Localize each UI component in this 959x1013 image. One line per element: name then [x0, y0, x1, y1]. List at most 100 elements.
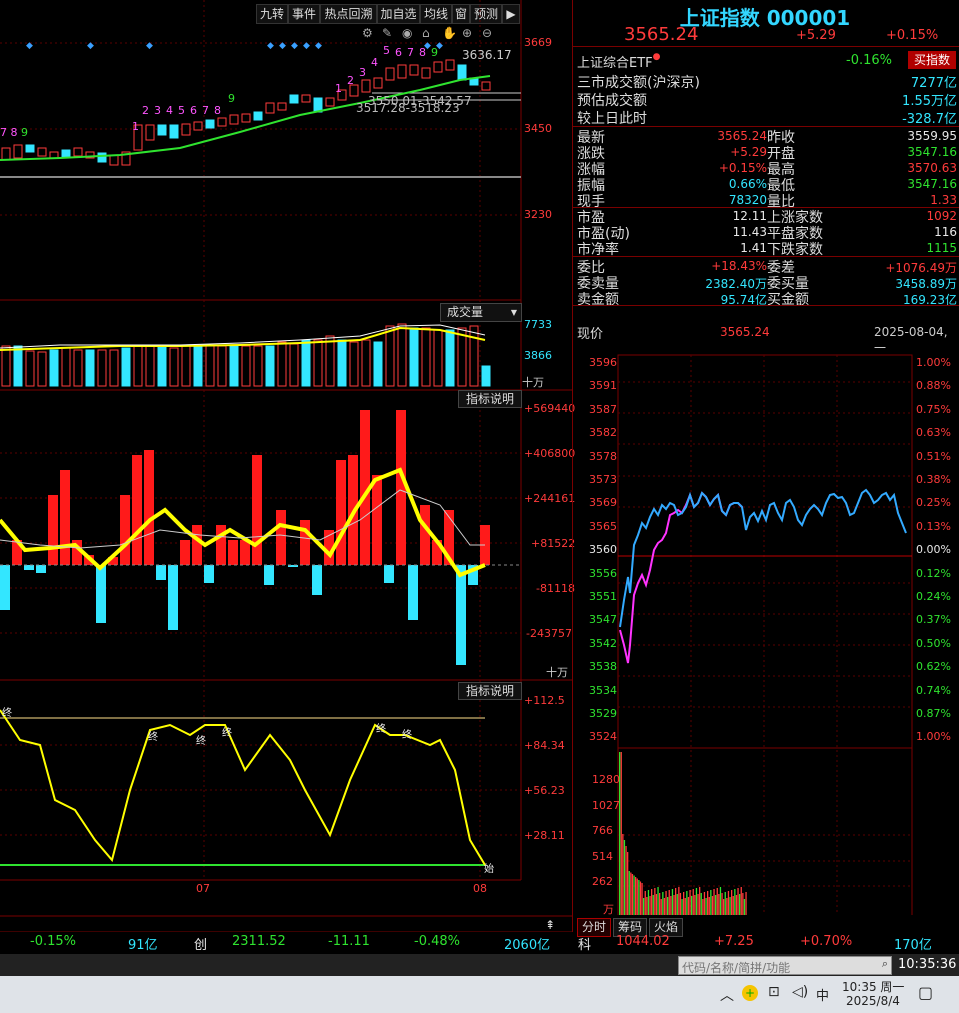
taskbar-date[interactable]: 2025/8/4 — [846, 994, 900, 1008]
vol-axis-label: 514 — [592, 850, 613, 863]
intraday-vol-bar — [623, 840, 626, 915]
search-box[interactable]: ⌕ — [678, 956, 892, 976]
volume-bar — [277, 341, 287, 387]
search-input[interactable] — [679, 960, 875, 976]
indicator-bar — [96, 565, 106, 623]
kline-candle — [325, 97, 335, 107]
kline-candle — [289, 94, 299, 104]
ticker-pct: -0.15% — [30, 934, 76, 949]
volume-icon[interactable]: ◁) — [792, 984, 808, 1000]
volume-bar — [289, 343, 299, 387]
quote-value: 12.11 — [732, 209, 767, 223]
kline-candle — [1, 147, 11, 161]
quote-value: 11.43 — [732, 225, 767, 239]
price-axis-label: 3542 — [589, 636, 617, 650]
quote-row: 涨幅 +0.15% 最高 3570.63 — [577, 160, 957, 178]
scroll-up-icon[interactable]: ⇞ — [545, 918, 555, 932]
indicator-bar — [408, 565, 418, 620]
intraday-vol-bar — [692, 889, 694, 915]
ind1-axis-6: -243757 — [526, 627, 572, 640]
etf-name[interactable]: 上证综合ETF● — [577, 52, 661, 71]
intraday-vol-bar — [739, 894, 741, 915]
volume-bar — [85, 349, 95, 387]
notification-icon[interactable]: ▢ — [918, 983, 933, 1002]
volume-dropdown[interactable]: 成交量 ▼ — [440, 303, 522, 322]
search-icon[interactable]: ⌕ — [882, 957, 888, 971]
kline-candle — [109, 154, 119, 166]
intraday-vol-bar — [678, 887, 680, 915]
date-axis-08: 08 — [473, 882, 487, 895]
indicator2-info-button[interactable]: 指标说明 — [458, 682, 522, 700]
quote-row: 卖金额 95.74亿 买金额 169.23亿 — [577, 290, 957, 308]
vol-axis-label: 766 — [592, 824, 613, 837]
quote-value: 1115 — [926, 241, 957, 255]
row-vs-yesterday: 较上日此时 -328.7亿 — [577, 111, 957, 125]
intraday-vol-bar — [684, 898, 686, 915]
quote-row: 市盈 12.11 上涨家数 1092 — [577, 208, 957, 226]
intraday-vol-bar — [694, 895, 696, 915]
price-axis-label: 3538 — [589, 660, 617, 674]
quote-row: 最新 3565.24 昨收 3559.95 — [577, 128, 957, 146]
price-axis-label: 3560 — [589, 543, 617, 557]
price-axis-label: 3582 — [589, 426, 617, 440]
intraday-vol-bar — [662, 892, 664, 915]
intraday-vol-bar — [735, 895, 738, 915]
intraday-vol-bar — [620, 752, 622, 915]
intraday-vol-bar — [721, 893, 723, 915]
quote-row: 委比 +18.43% 委差 +1076.49万 — [577, 258, 957, 276]
chevron-up-icon[interactable]: ︿ — [720, 985, 734, 1005]
network-icon[interactable]: ⊡ — [768, 984, 780, 1000]
pct-axis-label: 0.50% — [916, 636, 951, 650]
quote-row: 现手 78320 量比 1.33 — [577, 192, 957, 210]
ime-indicator[interactable]: 中 — [816, 985, 829, 1004]
intraday-vol-bar — [732, 896, 734, 915]
app-tray-icon[interactable]: + — [742, 985, 758, 1001]
indicator-bar — [60, 470, 70, 565]
indicator-bar — [276, 510, 286, 565]
indicator-bar — [240, 540, 250, 565]
intraday-vol-bar — [711, 896, 714, 915]
ind2-axis-4: +28.11 — [524, 829, 565, 842]
pct-axis-label: 1.00% — [916, 356, 951, 369]
kline-candle — [481, 81, 491, 91]
intraday-vol-bar — [716, 888, 718, 915]
ind2-axis-2: +84.34 — [524, 739, 565, 752]
pct-axis-label: 0.75% — [916, 402, 951, 416]
intraday-vol-bar — [695, 888, 698, 915]
price-axis-label: 3551 — [589, 590, 617, 603]
indicator-bar — [48, 495, 58, 565]
intraday-vol-bar — [715, 895, 717, 915]
seq-right: 1 2 3 4 5 6 7 8 9 — [335, 44, 438, 95]
bottom-ticker: -0.15% 91亿 创 2311.52 -11.11 -0.48% 2060亿… — [0, 934, 959, 954]
indicator-bar — [180, 540, 190, 565]
volume-bar — [469, 325, 479, 387]
volume-bar — [37, 351, 47, 387]
volume-bar — [385, 325, 395, 387]
buy-index-button[interactable]: 买指数 — [908, 51, 956, 69]
intraday-vol-bar — [631, 874, 634, 915]
status-clock: 10:35:36 — [898, 957, 957, 972]
volume-bar — [157, 345, 167, 387]
kline-candle — [49, 151, 59, 159]
intraday-vol-bar — [655, 894, 658, 915]
indicator1-info-button[interactable]: 指标说明 — [458, 390, 522, 408]
intraday-vol-bar — [667, 897, 669, 915]
volume-bar — [397, 323, 407, 387]
ind1-axis-unit: 十万 — [546, 666, 568, 679]
intraday-vol-bar — [737, 888, 739, 915]
indicator-bar — [372, 475, 382, 565]
intraday-price: 3565.24 — [720, 325, 770, 339]
kline-candle — [253, 111, 263, 121]
taskbar-time[interactable]: 10:35 周一 — [842, 978, 904, 995]
vol-axis-unit: 十万 — [522, 376, 544, 389]
left-chart-area[interactable]: 九转 事件 热点回溯 加自选 均线 窗 预测 ▶ ⚙ ✎ ◉ ⌂ ✋ ⊕ ⊖ 3… — [0, 0, 575, 932]
kline-candle — [181, 123, 191, 136]
quote-value: 78320 — [728, 193, 767, 207]
indicator-bar — [252, 455, 262, 565]
intraday-vol-bar — [718, 894, 720, 915]
intraday-chart[interactable] — [572, 345, 959, 915]
volume-bar — [97, 349, 107, 387]
intraday-vol-bar — [726, 898, 728, 915]
kline-candle — [265, 102, 275, 114]
kline-candle — [193, 121, 203, 131]
